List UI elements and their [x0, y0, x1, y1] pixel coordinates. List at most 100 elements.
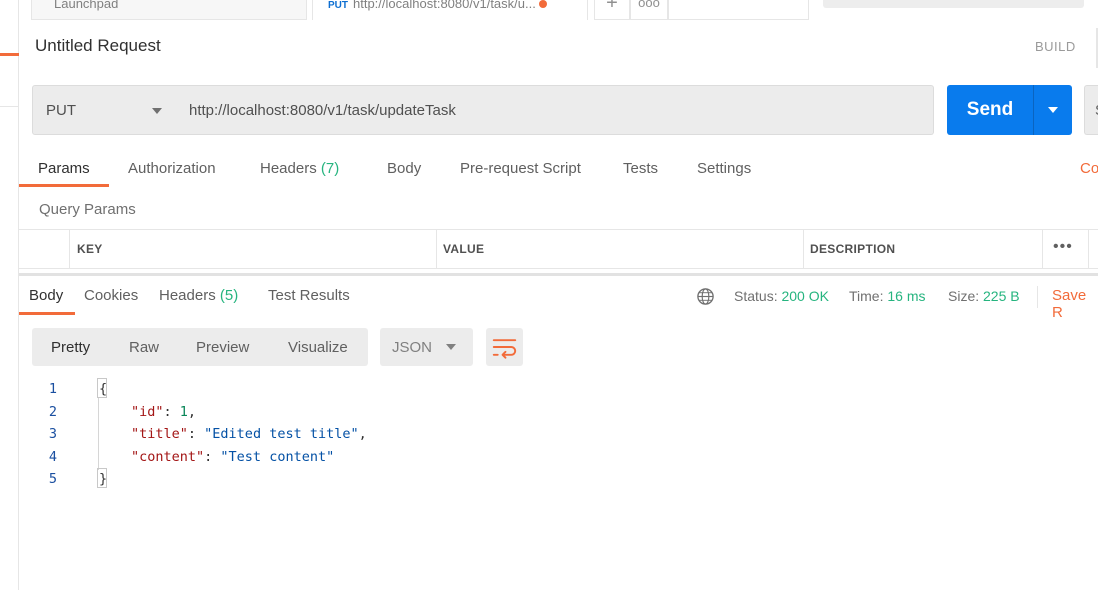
size-readout[interactable]: Size: 225 B — [948, 288, 1020, 304]
tab-options-button[interactable]: ooo — [630, 0, 668, 20]
column-header-description: DESCRIPTION — [810, 242, 896, 256]
json-separator: : — [163, 404, 180, 420]
line-number: 4 — [48, 449, 57, 465]
save-button[interactable]: S — [1084, 85, 1098, 135]
code-line: "content": "Test content" — [131, 449, 334, 465]
format-pretty[interactable]: Pretty — [51, 339, 90, 356]
format-raw[interactable]: Raw — [129, 339, 159, 356]
status-readout[interactable]: Status: 200 OK — [734, 288, 829, 304]
code-close-brace: } — [99, 471, 108, 487]
tab-prerequest-script[interactable]: Pre-request Script — [460, 160, 581, 177]
chevron-down-icon — [1048, 107, 1058, 113]
response-tab-cookies[interactable]: Cookies — [84, 287, 138, 304]
new-tab-button[interactable]: + — [594, 0, 630, 20]
code-line: "id": 1, — [131, 404, 196, 420]
json-value: 1 — [179, 404, 188, 420]
bracket-match-highlight — [97, 468, 107, 488]
tab-launchpad[interactable]: Launchpad — [31, 0, 307, 20]
indent-guide — [98, 398, 99, 470]
format-visualize[interactable]: Visualize — [288, 339, 348, 356]
response-tab-test-results[interactable]: Test Results — [268, 287, 350, 304]
environment-select[interactable] — [823, 0, 1084, 8]
line-number: 3 — [48, 426, 57, 442]
line-number: 5 — [48, 471, 57, 487]
time-readout[interactable]: Time: 16 ms — [849, 288, 926, 304]
size-label: Size: — [948, 288, 980, 304]
unsaved-dot-icon — [538, 0, 547, 8]
chevron-down-icon — [446, 344, 456, 350]
json-key: "id" — [131, 404, 164, 420]
format-preview[interactable]: Preview — [196, 339, 249, 356]
json-tail: , — [187, 404, 197, 420]
build-mode-button[interactable]: BUILD — [1035, 39, 1076, 54]
column-divider — [803, 230, 804, 269]
line-number: 1 — [48, 381, 57, 397]
method-select-value: PUT — [46, 102, 76, 119]
rail-divider — [0, 106, 19, 107]
language-select-value: JSON — [392, 339, 433, 356]
method-select[interactable]: PUT — [32, 85, 176, 135]
tab-tests[interactable]: Tests — [623, 160, 658, 177]
chevron-down-icon — [152, 108, 162, 114]
more-icon: ooo — [638, 0, 660, 10]
tab-active-label: http://localhost:8080/v1/task/u... — [353, 0, 536, 11]
cookies-link[interactable]: Co — [1080, 160, 1098, 177]
save-response-button[interactable]: Save R — [1052, 287, 1098, 321]
column-divider — [436, 230, 437, 269]
json-tail: , — [358, 426, 367, 442]
json-value: "Test content" — [220, 449, 335, 465]
tab-settings[interactable]: Settings — [697, 160, 751, 177]
pane-resize-handle[interactable] — [19, 273, 1098, 276]
language-select[interactable]: JSON — [380, 328, 473, 366]
tab-headers[interactable]: Headers (7) — [260, 160, 339, 177]
query-params-table: KEY VALUE DESCRIPTION ••• — [19, 229, 1098, 269]
tab-strip-spacer — [668, 0, 809, 20]
bracket-match-highlight — [97, 378, 107, 398]
tab-active-request[interactable]: PUT http://localhost:8080/v1/task/u... — [312, 0, 588, 20]
tab-launchpad-label: Launchpad — [54, 0, 119, 11]
json-separator: : — [187, 426, 205, 442]
tab-headers-label: Headers — [260, 160, 317, 177]
column-header-key: KEY — [77, 242, 103, 256]
send-options-button[interactable] — [1033, 85, 1072, 135]
response-tab-headers-label: Headers — [159, 287, 216, 304]
wrap-lines-button[interactable] — [486, 328, 523, 366]
wrap-lines-icon — [492, 339, 517, 359]
status-value: 200 OK — [781, 288, 829, 304]
time-label: Time: — [849, 288, 884, 304]
code-open-brace: { — [99, 381, 108, 397]
tab-authorization[interactable]: Authorization — [128, 160, 216, 177]
left-sidebar-rail — [0, 0, 19, 590]
active-tab-indicator — [19, 184, 109, 187]
response-tab-headers[interactable]: Headers (5) — [159, 287, 238, 304]
response-tab-body[interactable]: Body — [29, 287, 63, 304]
line-number: 2 — [48, 404, 57, 420]
headers-count-badge: (7) — [320, 160, 340, 177]
url-input-value: http://localhost:8080/v1/task/updateTask — [189, 102, 456, 119]
column-divider — [1042, 230, 1043, 269]
json-key: "title" — [131, 426, 188, 442]
size-value: 225 B — [983, 288, 1020, 304]
table-options-icon[interactable]: ••• — [1053, 238, 1073, 256]
json-separator: : — [204, 449, 221, 465]
request-title[interactable]: Untitled Request — [35, 36, 161, 56]
tab-method-badge: PUT — [328, 0, 348, 11]
column-divider — [1088, 230, 1089, 269]
format-toggle-group: Pretty Raw Preview Visualize — [32, 328, 368, 366]
column-header-value: VALUE — [443, 242, 485, 256]
json-value: "Edited test title" — [204, 426, 359, 442]
send-button[interactable]: Send — [947, 85, 1033, 135]
time-value: 16 ms — [887, 288, 926, 304]
code-line: "title": "Edited test title", — [131, 426, 367, 442]
url-input[interactable]: http://localhost:8080/v1/task/updateTask — [175, 85, 934, 135]
status-label: Status: — [734, 288, 778, 304]
rail-accent — [0, 53, 19, 56]
json-key: "content" — [131, 449, 205, 465]
query-params-title: Query Params — [39, 201, 136, 218]
plus-icon: + — [606, 0, 618, 14]
tab-body[interactable]: Body — [387, 160, 421, 177]
globe-icon[interactable] — [696, 287, 715, 306]
response-headers-count: (5) — [219, 287, 239, 304]
tab-params[interactable]: Params — [38, 160, 90, 177]
column-divider — [69, 230, 70, 269]
